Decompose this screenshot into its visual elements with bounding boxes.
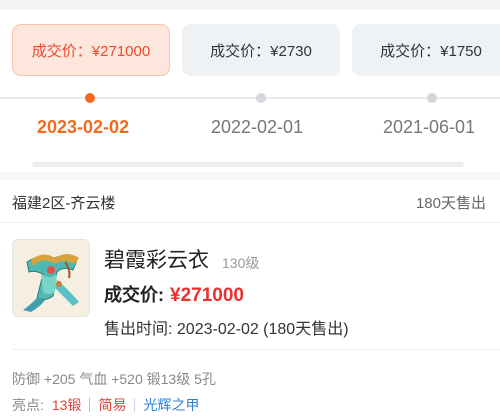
deal-price-row: 成交价: ¥271000 xyxy=(104,281,244,307)
timeline-date-2023[interactable]: 2023-02-02 xyxy=(37,117,129,138)
item-stats: 防御 +205 气血 +520 锻13级 5孔 xyxy=(12,371,216,387)
timeline-line xyxy=(0,97,500,99)
highlight-tag: 光辉之甲 xyxy=(143,397,200,413)
price-card-2022[interactable]: 成交价：¥2730 xyxy=(182,24,340,76)
top-strip xyxy=(0,0,500,10)
server-name: 福建2区-齐云楼 xyxy=(12,195,116,212)
sold-days: 180天售出 xyxy=(415,195,486,212)
section-divider xyxy=(0,172,500,180)
price-card-2021[interactable]: 成交价：¥1750 xyxy=(352,24,500,76)
highlight-tag: 13锻 xyxy=(51,397,82,413)
price-history-cards: 成交价：¥271000 成交价：¥2730 成交价：¥1750 xyxy=(0,24,500,76)
highlight-tag: 简易 xyxy=(98,397,127,413)
timeline-dot-active xyxy=(85,93,95,103)
item-level: 130级 xyxy=(222,255,260,271)
price-card-label: 成交价：¥271000 xyxy=(31,42,151,60)
timeline-dot xyxy=(256,93,266,103)
highlights-label: 亮点: xyxy=(12,397,44,413)
timeline-dot xyxy=(427,93,437,103)
price-card-label: 成交价：¥2730 xyxy=(210,42,312,60)
price-card-label: 成交价：¥1750 xyxy=(380,42,482,60)
item-highlights: 亮点: 13锻 简易 光辉之甲 xyxy=(12,395,207,415)
item-name: 碧霞彩云衣 xyxy=(104,249,209,272)
deal-price-label: 成交价: xyxy=(104,285,164,305)
colorful-robe-icon[interactable] xyxy=(12,239,90,317)
timeline-date-2021[interactable]: 2021-06-01 xyxy=(383,117,475,138)
horizontal-scrollbar[interactable] xyxy=(32,162,464,167)
deal-price-value: ¥271000 xyxy=(170,285,244,306)
row-divider xyxy=(12,349,500,350)
price-card-2023[interactable]: 成交价：¥271000 xyxy=(12,24,170,76)
sold-time: 售出时间: 2023-02-02 (180天售出) xyxy=(104,321,349,338)
row-divider xyxy=(0,222,500,223)
timeline-date-2022[interactable]: 2022-02-01 xyxy=(211,117,303,138)
